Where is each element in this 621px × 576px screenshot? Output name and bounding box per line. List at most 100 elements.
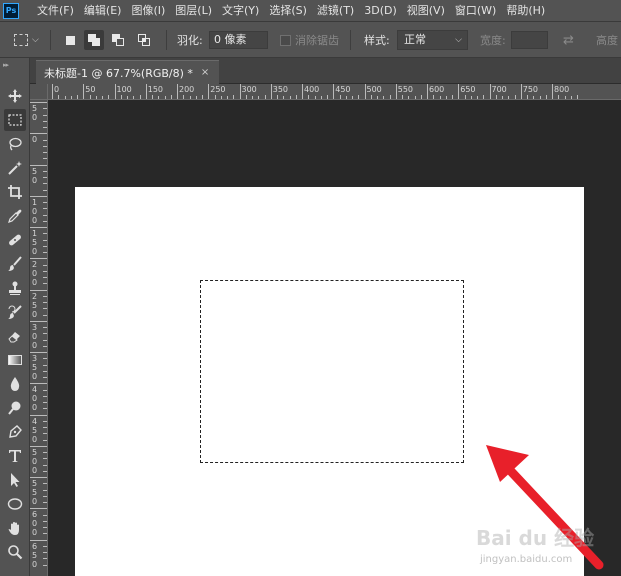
ruler-label: 650 — [460, 85, 476, 94]
ruler-minor-tick — [43, 170, 47, 172]
ruler-minor-tick — [389, 95, 391, 99]
menu-select[interactable]: 选择(S) — [269, 0, 307, 22]
subtract-from-selection-button[interactable] — [108, 30, 128, 50]
ruler-major-tick — [458, 84, 460, 99]
ruler-label: 5 0 0 — [32, 447, 38, 475]
chevron-down-icon: ⌵ — [455, 35, 462, 45]
menu-image[interactable]: 图像(I) — [131, 0, 165, 22]
ruler-minor-tick — [43, 364, 47, 366]
photoshop-logo[interactable]: Ps — [3, 3, 19, 19]
menu-file[interactable]: 文件(F) — [37, 0, 74, 22]
gradient-tool-icon[interactable] — [4, 349, 26, 371]
vertical-ruler[interactable]: 5 0 0 5 0 1 0 0 1 5 0 2 0 0 2 5 0 3 0 0 3 5 0 4 0… — [30, 100, 48, 576]
history-brush-tool-icon[interactable] — [4, 301, 26, 323]
type-tool-icon[interactable] — [4, 445, 26, 467]
ruler-minor-tick — [43, 233, 47, 235]
ruler-minor-tick — [533, 96, 535, 99]
ruler-minor-tick — [102, 96, 103, 99]
ruler-minor-tick — [308, 95, 310, 99]
ruler-minor-tick — [377, 96, 378, 99]
ruler-label: 450 — [335, 85, 351, 94]
ruler-minor-tick — [233, 95, 235, 99]
add-to-selection-button[interactable] — [84, 30, 104, 50]
ruler-major-tick — [30, 102, 47, 103]
ruler-minor-tick — [483, 95, 485, 99]
ruler-minor-tick — [120, 95, 122, 99]
ruler-origin[interactable] — [30, 84, 48, 100]
zoom-tool-icon[interactable] — [4, 541, 26, 563]
ruler-major-tick — [83, 84, 85, 99]
new-selection-button[interactable] — [60, 30, 80, 50]
marquee-tool-icon[interactable] — [4, 109, 26, 131]
healing-brush-tool-icon[interactable] — [4, 229, 26, 251]
style-label: 样式: — [364, 34, 390, 47]
ruler-minor-tick — [183, 95, 185, 99]
ruler-minor-tick — [43, 345, 47, 347]
menu-edit[interactable]: 编辑(E) — [84, 0, 122, 22]
path-selection-tool-icon[interactable] — [4, 469, 26, 491]
crop-tool-icon[interactable] — [4, 181, 26, 203]
ruler-minor-tick — [439, 96, 441, 99]
ruler-minor-tick — [43, 314, 47, 316]
ruler-minor-tick — [289, 96, 291, 99]
marquee-selection[interactable] — [200, 280, 464, 463]
ruler-minor-tick — [43, 470, 47, 472]
ruler-minor-tick — [314, 96, 316, 99]
width-input[interactable] — [511, 31, 548, 49]
ruler-label: 3 0 0 — [32, 322, 38, 350]
ruler-label: 50 — [85, 85, 96, 94]
magic-wand-tool-icon[interactable] — [4, 157, 26, 179]
ruler-minor-tick — [227, 96, 228, 99]
clone-stamp-tool-icon[interactable] — [4, 277, 26, 299]
ruler-minor-tick — [43, 458, 47, 460]
ruler-minor-tick — [108, 95, 110, 99]
menu-3d[interactable]: 3D(D) — [364, 0, 397, 22]
ruler-minor-tick — [502, 96, 503, 99]
ruler-minor-tick — [420, 95, 422, 99]
ruler-minor-tick — [445, 96, 447, 99]
style-select[interactable]: 正常 ⌵ — [397, 30, 468, 50]
menu-layer[interactable]: 图层(L) — [175, 0, 212, 22]
ruler-minor-tick — [43, 308, 47, 310]
ruler-minor-tick — [514, 95, 516, 99]
feather-input[interactable]: 0 像素 — [209, 31, 268, 49]
options-bar: ⌵ 羽化: 0 像素 消除锯齿 样式: 正常 ⌵ 宽度: ⇄ 高度 — [0, 22, 621, 58]
close-icon[interactable]: × — [201, 67, 209, 78]
watermark-url: jingyan.baidu.com — [480, 554, 573, 565]
pen-tool-icon[interactable] — [4, 421, 26, 443]
tool-preset-picker[interactable]: ⌵ — [14, 22, 39, 58]
menu-filter[interactable]: 滤镜(T) — [317, 0, 354, 22]
menu-window[interactable]: 窗口(W) — [455, 0, 496, 22]
ellipse-tool-icon[interactable] — [4, 493, 26, 515]
menu-items: 文件(F) 编辑(E) 图像(I) 图层(L) 文字(Y) 选择(S) 滤镜(T… — [37, 0, 555, 22]
menu-type[interactable]: 文字(Y) — [222, 0, 259, 22]
swap-dimensions-icon[interactable]: ⇄ — [563, 33, 574, 48]
document-tab[interactable]: 未标题-1 @ 67.7%(RGB/8) * × — [36, 60, 220, 84]
ruler-minor-tick — [43, 495, 47, 497]
move-tool-icon[interactable] — [4, 85, 26, 107]
brush-tool-icon[interactable] — [4, 253, 26, 275]
menu-view[interactable]: 视图(V) — [407, 0, 445, 22]
ruler-minor-tick — [258, 96, 260, 99]
menu-help[interactable]: 帮助(H) — [506, 0, 545, 22]
panel-collapse-icon[interactable]: ▸▸ — [3, 61, 9, 69]
ruler-minor-tick — [414, 96, 416, 99]
ruler-minor-tick — [170, 95, 172, 99]
dodge-tool-icon[interactable] — [4, 397, 26, 419]
horizontal-ruler[interactable]: 0 50 100 150 200 250 300 350 400 450 500 550 600 650 7… — [48, 84, 621, 100]
ruler-minor-tick — [370, 95, 372, 99]
eraser-tool-icon[interactable] — [4, 325, 26, 347]
ruler-minor-tick — [477, 96, 478, 99]
intersect-selection-button[interactable] — [134, 30, 154, 50]
style-select-value: 正常 — [404, 33, 426, 46]
ruler-major-tick — [30, 289, 47, 291]
ruler-major-tick — [30, 477, 47, 478]
lasso-tool-icon[interactable] — [4, 133, 26, 155]
canvas-workspace[interactable] — [48, 100, 621, 576]
blur-tool-icon[interactable] — [4, 373, 26, 395]
antialias-label: 消除锯齿 — [295, 34, 339, 47]
ruler-minor-tick — [43, 302, 47, 303]
hand-tool-icon[interactable] — [4, 517, 26, 539]
eyedropper-tool-icon[interactable] — [4, 205, 26, 227]
antialias-checkbox[interactable]: 消除锯齿 — [280, 22, 339, 58]
